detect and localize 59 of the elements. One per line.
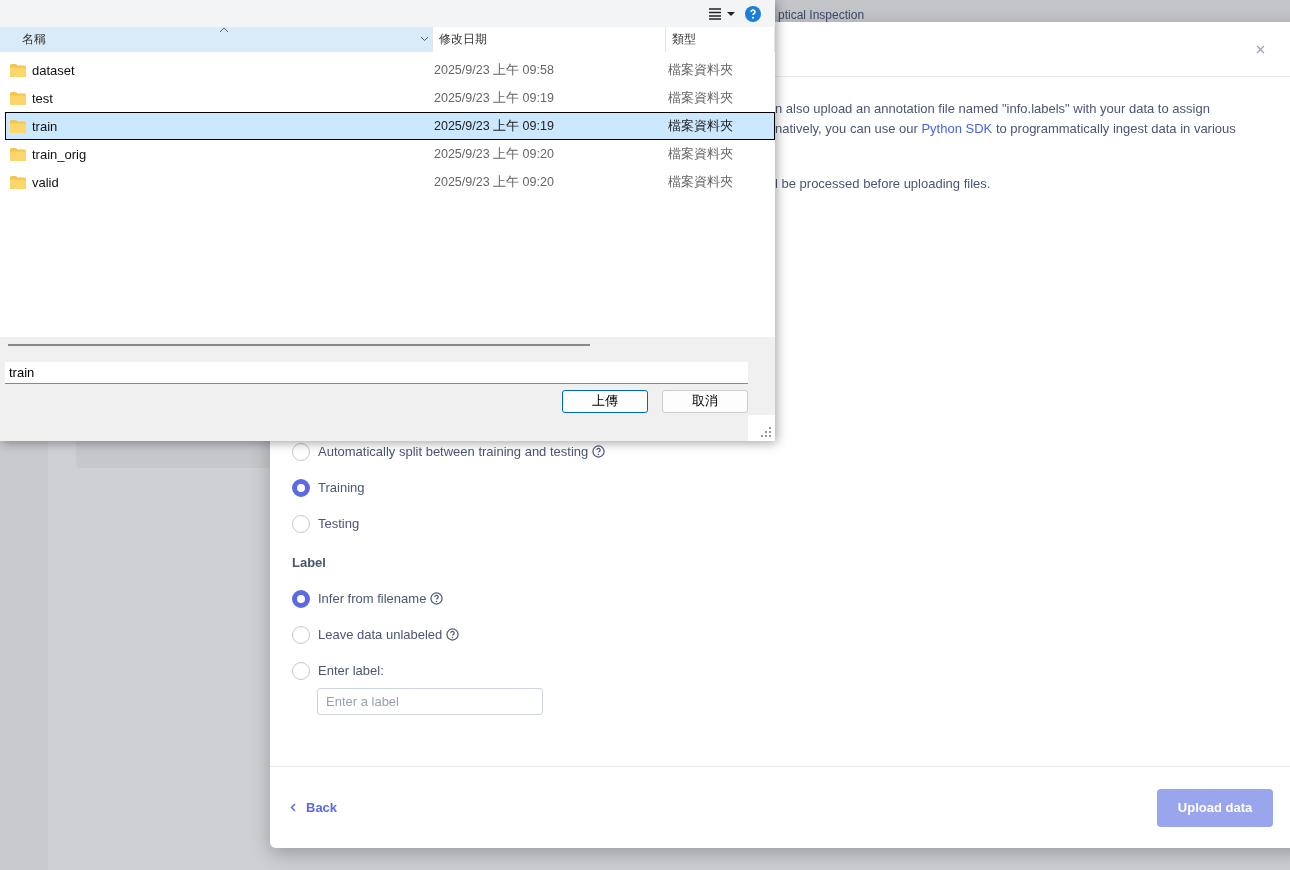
file-type: 檔案資料夾	[668, 89, 733, 107]
sort-caret-icon	[219, 27, 229, 33]
help-icon[interactable]	[446, 628, 460, 641]
modified-date: 2025/9/23 上午 09:20	[434, 145, 554, 163]
column-header[interactable]: 名稱	[0, 27, 433, 52]
option-label: Training	[318, 480, 365, 495]
filename-field[interactable]: train	[5, 362, 748, 384]
sdk-link[interactable]: Python SDK	[921, 121, 993, 136]
label-input[interactable]: Enter a label	[317, 688, 543, 715]
file-row[interactable]: train 2025/9/23 上午 09:19 檔案資料夾	[5, 112, 775, 140]
file-row[interactable]: dataset 2025/9/23 上午 09:58 檔案資料夾	[5, 56, 775, 84]
folder-icon	[10, 119, 26, 133]
option-label: Enter label:	[318, 663, 384, 678]
help-icon[interactable]	[745, 5, 761, 22]
chevron-down-icon[interactable]	[420, 36, 429, 42]
modified-date: 2025/9/23 上午 09:19	[434, 117, 554, 135]
intro-text: natively, you can use our Python SDK to programmatically ingest data in various	[775, 120, 1236, 138]
chevron-left-icon	[290, 803, 296, 812]
dialog-button[interactable]: 取消	[662, 390, 748, 413]
option-label: Automatically split between training and testing	[318, 444, 589, 459]
back-link[interactable]: Back	[290, 800, 338, 815]
modified-date: 2025/9/23 上午 09:19	[434, 89, 554, 107]
file-name: train_orig	[32, 146, 87, 162]
option-label: Infer from filename	[318, 591, 427, 606]
radio-button[interactable]	[292, 625, 310, 644]
radio-button[interactable]	[292, 478, 310, 497]
page-title: ptical Inspection	[778, 8, 865, 22]
folder-icon	[10, 175, 26, 189]
radio-button[interactable]	[292, 661, 310, 680]
close-icon[interactable]	[1256, 44, 1265, 54]
file-type: 檔案資料夾	[668, 61, 733, 79]
file-name: test	[32, 90, 53, 106]
option-label: Leave data unlabeled	[318, 627, 443, 642]
file-row[interactable]: valid 2025/9/23 上午 09:20 檔案資料夾	[5, 168, 775, 196]
folder-icon	[10, 63, 26, 77]
option-label: Testing	[318, 516, 360, 531]
radio-button[interactable]	[292, 514, 310, 533]
file-type: 檔案資料夾	[668, 145, 733, 163]
resize-grip-icon[interactable]	[748, 415, 775, 441]
file-name: dataset	[32, 62, 75, 78]
modified-date: 2025/9/23 上午 09:20	[434, 173, 554, 191]
file-row[interactable]: train_orig 2025/9/23 上午 09:20 檔案資料夾	[5, 140, 775, 168]
file-type: 檔案資料夾	[668, 117, 733, 135]
file-name: train	[32, 118, 58, 134]
modified-date: 2025/9/23 上午 09:58	[434, 61, 554, 79]
radio-button[interactable]	[292, 442, 310, 461]
dialog-button[interactable]: 上傳	[562, 390, 648, 413]
file-row[interactable]: test 2025/9/23 上午 09:19 檔案資料夾	[5, 84, 775, 112]
intro-text: n also upload an annotation file named "info.labels" with your data to assign	[775, 100, 1210, 118]
intro-text: l be processed before uploading files.	[775, 175, 991, 193]
folder-icon	[10, 147, 26, 161]
file-name: valid	[32, 174, 59, 190]
view-menu-icon[interactable]	[709, 7, 737, 20]
section-heading: Label	[292, 555, 327, 570]
file-type: 檔案資料夾	[668, 173, 733, 191]
folder-icon	[10, 91, 26, 105]
radio-button[interactable]	[292, 589, 310, 608]
help-icon[interactable]	[592, 445, 606, 458]
help-icon[interactable]	[430, 592, 444, 605]
